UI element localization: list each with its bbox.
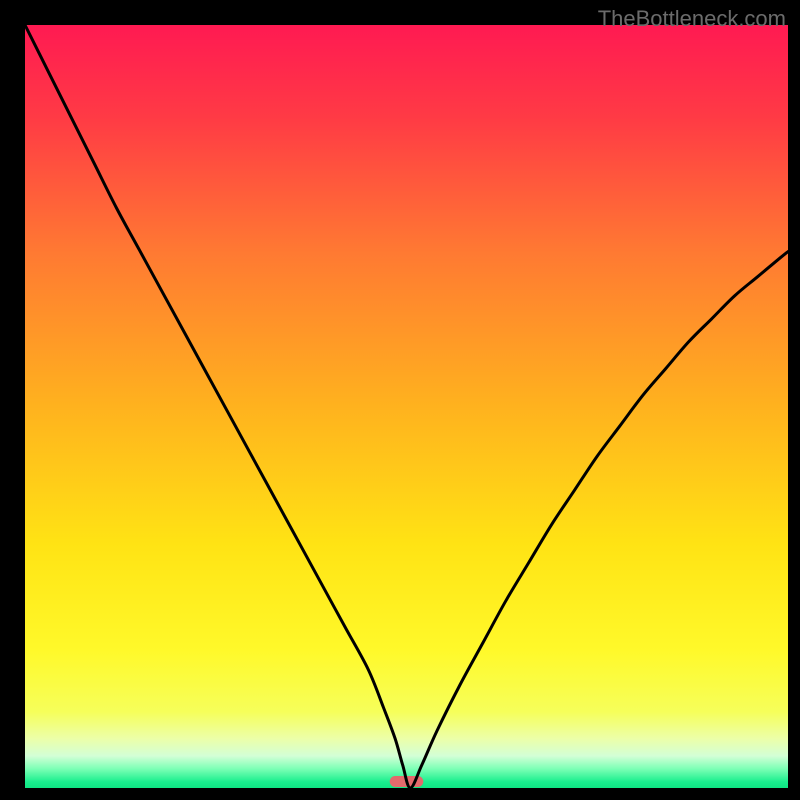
chart-svg: [0, 0, 800, 800]
chart-background-gradient: [25, 25, 788, 788]
bottleneck-chart: TheBottleneck.com: [0, 0, 800, 800]
watermark: TheBottleneck.com: [598, 6, 786, 32]
